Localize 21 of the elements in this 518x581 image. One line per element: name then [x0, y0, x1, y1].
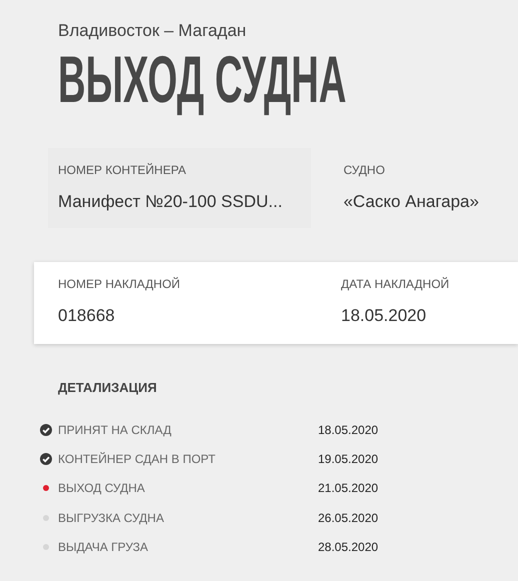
- field-value: Манифест №20-100 SSDU...: [58, 192, 284, 212]
- field-label: НОМЕР НАКЛАДНОЙ: [58, 276, 182, 292]
- step-label: ВЫХОД СУДНА: [58, 481, 146, 496]
- step-date: 26.05.2020: [318, 510, 378, 525]
- step-label: КОНТЕЙНЕР СДАН В ПОРТ: [58, 452, 216, 466]
- section-heading: ДЕТАЛИЗАЦИЯ: [58, 380, 158, 395]
- step-label: ВЫГРУЗКА СУДНА: [58, 510, 165, 525]
- field-label: СУДНО: [343, 162, 386, 178]
- step-date: 21.05.2020: [318, 481, 378, 496]
- step-label: ВЫДАЧА ГРУЗА: [58, 540, 150, 554]
- field-label: НОМЕР КОНТЕЙНЕРА: [58, 162, 188, 178]
- step-date: 18.05.2020: [318, 422, 378, 437]
- field-value: «Саско Анагара»: [343, 192, 480, 212]
- page-title: ВЫХОД СУДНА: [58, 42, 346, 116]
- step-date: 28.05.2020: [318, 540, 378, 554]
- step-date: 19.05.2020: [318, 452, 378, 466]
- step-label: ПРИНЯТ НА СКЛАД: [58, 422, 172, 437]
- field-value: 18.05.2020: [341, 306, 428, 326]
- field-value: 018668: [58, 306, 116, 326]
- route-subtitle: Владивосток – Магадан: [58, 20, 248, 42]
- field-label: ДАТА НАКЛАДНОЙ: [341, 276, 450, 292]
